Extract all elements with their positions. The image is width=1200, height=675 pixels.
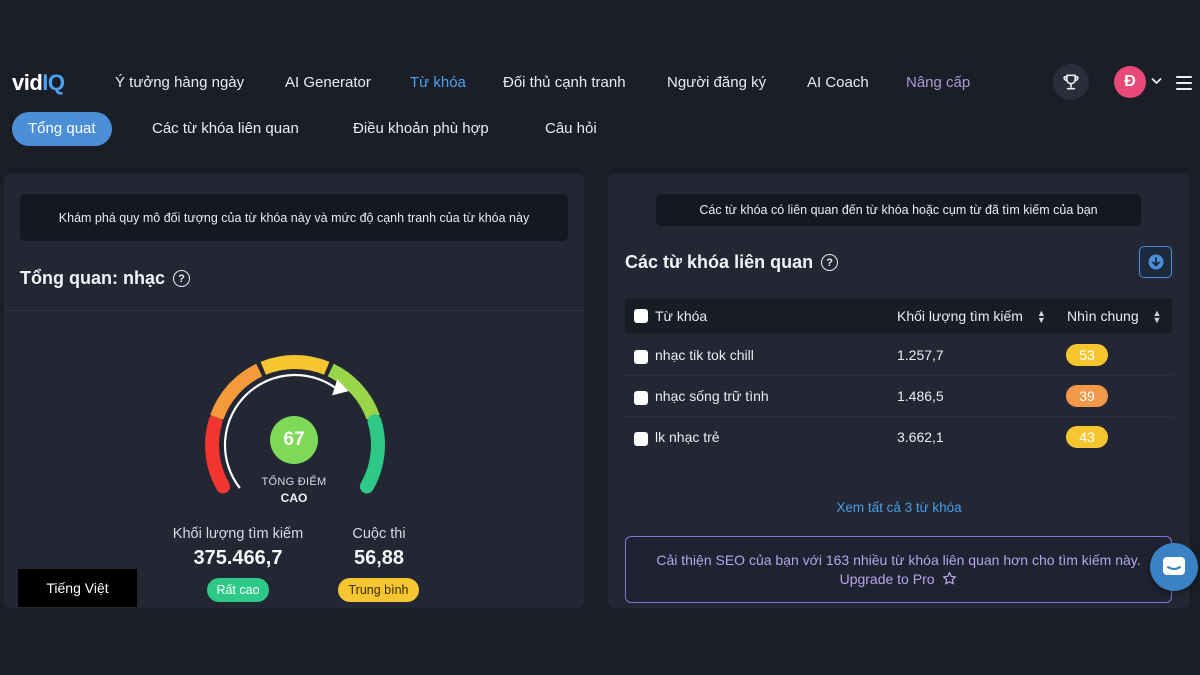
related-keywords-panel: Các từ khóa có liên quan đến từ khóa hoặ…	[608, 174, 1190, 608]
keyword-subtabs: Tổng quat Các từ khóa liên quan Điều kho…	[0, 112, 1200, 146]
nav-upgrade[interactable]: Nâng cấp	[906, 74, 970, 91]
volume-cell: 1.486,5	[897, 388, 944, 404]
overview-title: Tổng quan: nhạc ?	[20, 268, 190, 289]
related-title: Các từ khóa liên quan ?	[625, 252, 839, 273]
search-volume-value: 375.466,7	[193, 547, 283, 569]
trophy-icon	[1063, 74, 1079, 90]
help-icon[interactable]: ?	[172, 270, 190, 287]
language-selector[interactable]: Tiếng Việt	[18, 569, 137, 607]
total-score: 67	[270, 416, 318, 464]
search-volume-label: Khối lượng tìm kiếm	[172, 526, 304, 542]
overall-score-badge: 43	[1066, 426, 1108, 448]
total-score-level: CAO	[280, 491, 308, 505]
nav-keywords[interactable]: Từ khóa	[410, 74, 466, 91]
related-info-box: Các từ khóa có liên quan đến từ khóa hoặ…	[656, 194, 1141, 226]
nav-subscribers[interactable]: Người đăng ký	[667, 74, 766, 91]
related-title-text: Các từ khóa liên quan	[625, 252, 814, 272]
logo-text-iq: IQ	[42, 70, 65, 95]
vidiq-logo[interactable]: vidIQ	[12, 70, 65, 96]
overview-divider	[4, 310, 584, 311]
sort-icon[interactable]: ▲ ▼	[1037, 309, 1046, 325]
overview-panel: Khám phá quy mô đối tượng của từ khóa nà…	[4, 174, 584, 608]
keyword-cell[interactable]: lk nhạc trẻ	[655, 417, 720, 457]
gauge-segment-green	[359, 414, 385, 494]
nav-ai-generator[interactable]: AI Generator	[285, 74, 371, 91]
row-checkbox[interactable]	[634, 432, 648, 446]
tab-related-keywords[interactable]: Các từ khóa liên quan	[152, 112, 299, 146]
overview-title-text: Tổng quan: nhạc	[20, 268, 165, 288]
help-icon[interactable]: ?	[821, 254, 839, 271]
total-score-label: TỔNG ĐIỂM	[261, 476, 327, 488]
nav-daily-ideas[interactable]: Ý tưởng hàng ngày	[115, 74, 244, 91]
download-button[interactable]	[1139, 246, 1172, 278]
column-overall-label: Nhìn chung	[1067, 308, 1139, 324]
overall-score-badge: 53	[1066, 344, 1108, 366]
table-header: Từ khóa Khối lượng tìm kiếm ▲ ▼ Nhìn chun…	[625, 298, 1172, 334]
sort-icon[interactable]: ▲ ▼	[1153, 309, 1162, 325]
table-row[interactable]: lk nhạc trẻ 3.662,1 43	[625, 417, 1172, 458]
top-navigation: vidIQ Ý tưởng hàng ngày AI Generator Từ …	[0, 62, 1200, 102]
chat-support-button[interactable]	[1150, 543, 1198, 591]
gauge-segment-orange	[210, 363, 263, 420]
tab-overview[interactable]: Tổng quat	[12, 112, 112, 146]
keyword-cell[interactable]: nhạc sống trữ tình	[655, 376, 769, 416]
competition-badge: Trung bình	[338, 578, 419, 602]
row-checkbox[interactable]	[634, 350, 648, 364]
volume-cell: 3.662,1	[897, 429, 944, 445]
chat-icon	[1163, 557, 1185, 575]
overview-info-box: Khám phá quy mô đối tượng của từ khóa nà…	[20, 194, 568, 241]
column-search-volume-label: Khối lượng tìm kiếm	[897, 308, 1023, 324]
gauge-segment-red	[205, 414, 231, 494]
search-volume-badge: Rất cao	[207, 578, 269, 602]
chevron-down-icon[interactable]	[1151, 74, 1162, 88]
column-overall[interactable]: Nhìn chung ▲ ▼	[1067, 298, 1161, 334]
logo-text-vid: vid	[12, 70, 43, 95]
star-icon	[943, 571, 957, 584]
tab-questions[interactable]: Câu hỏi	[545, 112, 597, 146]
competition-value: 56,88	[353, 547, 405, 569]
keyword-cell[interactable]: nhạc tik tok chill	[655, 335, 754, 375]
tab-matching-terms[interactable]: Điều khoản phù hợp	[353, 112, 489, 146]
see-all-keywords-link[interactable]: Xem tất cả 3 từ khóa	[608, 500, 1190, 515]
table-row[interactable]: nhạc sống trữ tình 1.486,5 39	[625, 376, 1172, 417]
column-keyword[interactable]: Từ khóa	[655, 298, 707, 334]
nav-ai-coach[interactable]: AI Coach	[807, 74, 869, 91]
gauge-segment-yellow	[260, 355, 330, 375]
competition-label: Cuộc thi	[352, 526, 406, 542]
select-all-checkbox[interactable]	[634, 309, 648, 323]
column-search-volume[interactable]: Khối lượng tìm kiếm ▲ ▼	[897, 298, 1046, 334]
row-checkbox[interactable]	[634, 391, 648, 405]
upgrade-text: Cải thiện SEO của bạn với 163 nhiều từ k…	[656, 551, 1141, 587]
overall-score-badge: 39	[1066, 385, 1108, 407]
table-row[interactable]: nhạc tik tok chill 1.257,7 53	[625, 335, 1172, 376]
hamburger-menu-icon[interactable]	[1176, 76, 1192, 94]
volume-cell: 1.257,7	[897, 347, 944, 363]
user-avatar[interactable]: Đ	[1114, 66, 1146, 98]
download-icon	[1148, 254, 1163, 270]
upgrade-to-pro-banner[interactable]: Cải thiện SEO của bạn với 163 nhiều từ k…	[625, 536, 1172, 603]
nav-competitors[interactable]: Đối thủ cạnh tranh	[503, 74, 626, 91]
trophy-button[interactable]	[1053, 64, 1089, 100]
